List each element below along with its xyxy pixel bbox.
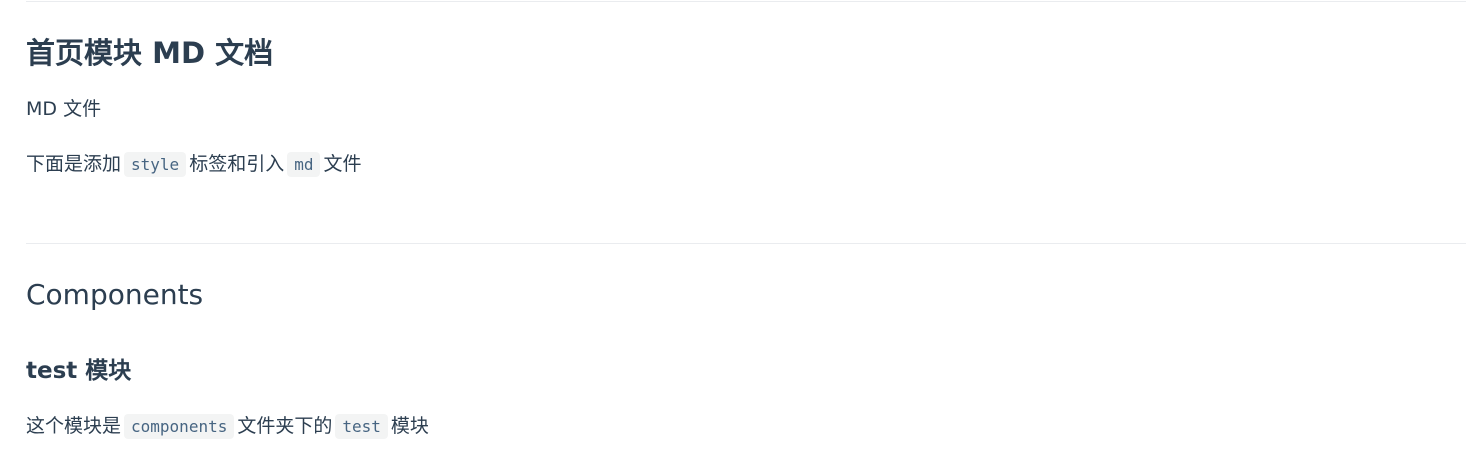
paragraph-text: 文件 — [323, 153, 362, 175]
markdown-page: 首页模块 MD 文档 MD 文件 下面是添加 style 标签和引入 md 文件 Com… — [0, 0, 1474, 476]
style-md-paragraph: 下面是添加 style 标签和引入 md 文件 — [26, 150, 361, 179]
md-file-paragraph: MD 文件 — [26, 98, 102, 120]
test-module-paragraph: 这个模块是 components 文件夹下的 test 模块 — [26, 412, 429, 441]
inline-code-components: components — [124, 414, 235, 439]
top-divider — [26, 1, 1466, 2]
paragraph-text: 标签和引入 — [189, 153, 285, 175]
components-heading: Components — [26, 278, 204, 311]
section-divider — [26, 243, 1466, 244]
test-module-heading: test 模块 — [26, 358, 132, 384]
paragraph-text: 这个模块是 — [26, 415, 122, 437]
paragraph-text: 文件夹下的 — [237, 415, 333, 437]
inline-code-test: test — [335, 414, 388, 439]
page-title: 首页模块 MD 文档 — [26, 36, 274, 70]
inline-code-style: style — [124, 152, 187, 177]
paragraph-text: 模块 — [390, 415, 429, 437]
paragraph-text: 下面是添加 — [26, 153, 122, 175]
inline-code-md: md — [287, 152, 321, 177]
